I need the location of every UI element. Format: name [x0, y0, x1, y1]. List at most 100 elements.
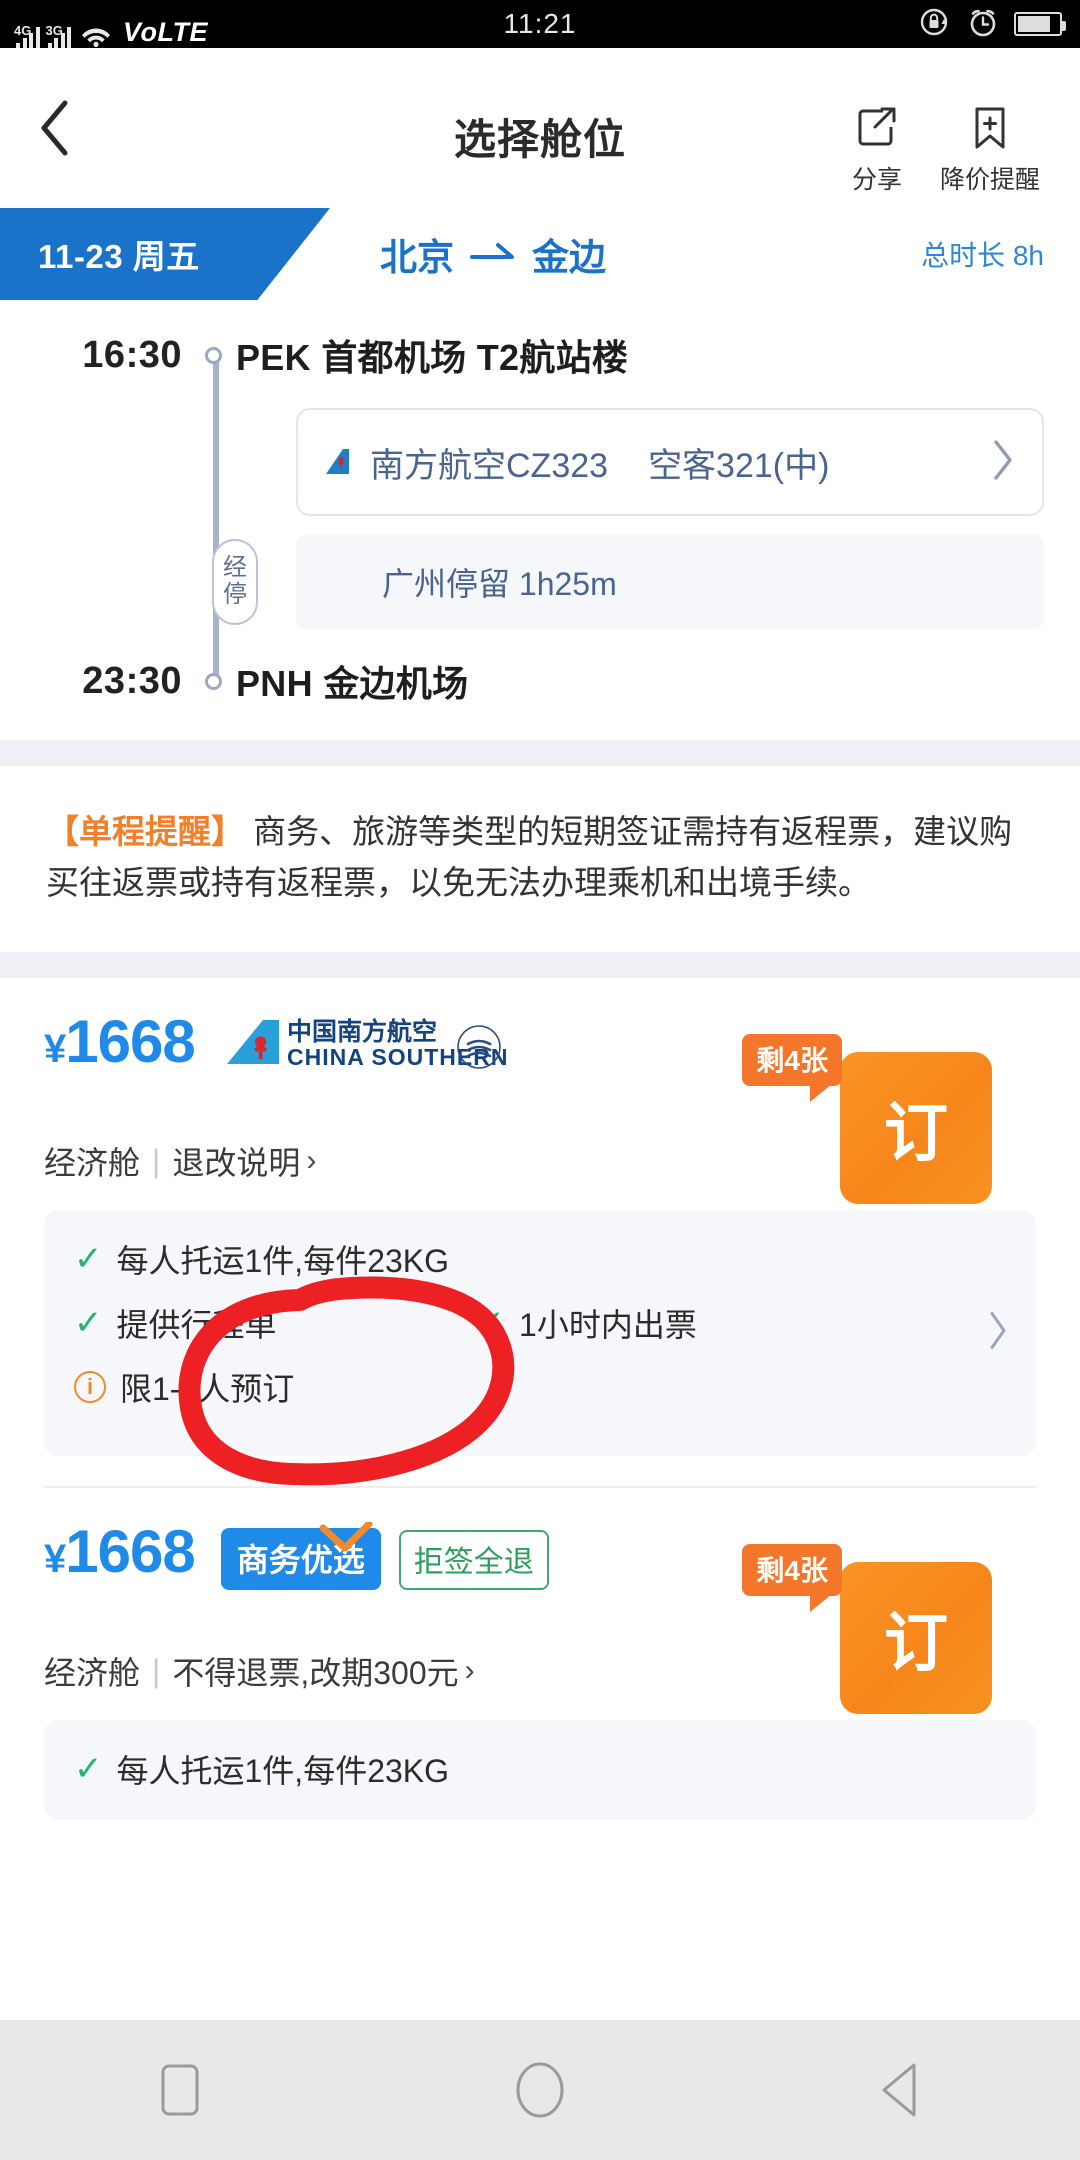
amenity-text: 每人托运1件,每件23KG: [116, 1243, 450, 1280]
fare-price: ¥1668: [44, 1012, 196, 1072]
amenity-item: i 限1-4人预订: [74, 1364, 294, 1410]
amenity-item: ✓ 提供行程单: [74, 1300, 277, 1346]
fare-card[interactable]: ¥1668 商务优选 拒签全退 剩4张 订 经济舱 | 不得退票,改期300元 …: [0, 1488, 1080, 1821]
amenity-row: ✓ 每人托运1件,每件23KG: [74, 1746, 1006, 1792]
timeline-line: [213, 352, 219, 684]
price-amount: 1668: [65, 1518, 195, 1586]
timeline-dot: [204, 672, 222, 690]
departure-dot-wrap: [196, 346, 230, 364]
arrival-time: 23:30: [82, 659, 182, 702]
refund-badge-label: 拒签全退: [413, 1546, 534, 1580]
route-cities: 北京 金边: [380, 208, 606, 300]
price-amount: 1668: [65, 1008, 195, 1076]
order-button-label: 订: [884, 1097, 948, 1170]
stock-badge: 剩4张: [742, 1034, 842, 1103]
check-icon: ✓: [74, 1304, 103, 1343]
amenities-expand-chevron[interactable]: [986, 1310, 1010, 1357]
fare-header: ¥1668 商务优选 拒签全退 剩4张 订: [44, 1522, 1036, 1715]
fare-amenities[interactable]: ✓ 每人托运1件,每件23KG ✓ 提供行程单 ✓ 1小时内出票 i 限1-4人…: [44, 1210, 1036, 1457]
back-button[interactable]: [840, 2060, 960, 2120]
svg-text:中国南方航空: 中国南方航空: [287, 1017, 437, 1046]
refund-policy-link[interactable]: 退改说明: [172, 1138, 300, 1184]
arrival-airport: PNH 金边机场: [236, 663, 469, 704]
amenity-row: ✓ 提供行程单 ✓ 1小时内出票: [74, 1300, 1006, 1346]
fare-amenities[interactable]: ✓ 每人托运1件,每件23KG: [44, 1720, 1036, 1821]
cabin-divider: |: [152, 1142, 161, 1179]
order-button[interactable]: 剩4张 订: [742, 1544, 992, 1715]
departure-airport: PEK 首都机场 T2航站楼: [236, 337, 629, 378]
arrival-dot-wrap: [196, 672, 230, 690]
amenity-item: ✓ 每人托运1件,每件23KG: [74, 1746, 449, 1792]
departure-time: 16:30: [82, 333, 182, 376]
currency-symbol: ¥: [44, 1027, 66, 1072]
section-separator: [0, 952, 1080, 979]
check-icon: ✓: [476, 1304, 506, 1343]
amenity-text: 限1-4人预订: [120, 1371, 295, 1408]
chevron-right-icon: [994, 439, 1012, 480]
section-separator: [0, 740, 1080, 766]
flight-date-label: 11-23 周五: [38, 238, 200, 275]
amenity-row: i 限1-4人预订: [74, 1364, 1006, 1410]
flight-detail-card[interactable]: 南方航空CZ323 空客321(中): [296, 408, 1044, 516]
fare-card[interactable]: ¥1668 中国南方航空 CHINA SOUTHERN 剩4张 订 经济舱 | …: [0, 978, 1080, 1457]
refund-policy-arrow: ›: [464, 1654, 475, 1688]
total-duration-label: 总时长 8h: [921, 240, 1044, 271]
route-origin: 北京: [380, 237, 454, 278]
preferred-badge: 商务优选: [220, 1522, 381, 1591]
fare-header: ¥1668 中国南方航空 CHINA SOUTHERN 剩4张 订: [44, 1012, 1036, 1205]
amenity-text: 提供行程单: [116, 1307, 277, 1344]
cabin-class-label: 经济舱: [44, 1655, 141, 1692]
stopover-text: 广州停留 1h25m: [382, 566, 617, 602]
refund-badge: 拒签全退: [398, 1530, 549, 1591]
stopover-row: 广州停留 1h25m: [296, 534, 1044, 630]
app-header: 选择舱位 分享 降价提醒: [0, 48, 1080, 208]
currency-symbol: ¥: [44, 1537, 66, 1582]
info-icon: i: [74, 1371, 106, 1404]
order-button-label: 订: [884, 1607, 948, 1680]
stopover-tag-char1: 经: [223, 554, 247, 582]
check-icon: ✓: [74, 1750, 103, 1789]
status-bar: 4G 3G VoLTE 11:21: [0, 0, 1080, 48]
amenity-text: 每人托运1件,每件23KG: [116, 1753, 450, 1790]
fare-price: ¥1668: [44, 1522, 196, 1582]
refund-policy-arrow: ›: [306, 1144, 317, 1178]
amenity-text: 1小时内出票: [519, 1307, 697, 1344]
flight-detail-chevron: [990, 438, 1016, 487]
notice-paragraph: 【单程提醒】 商务、旅游等类型的短期签证需持有返程票，建议购买往返票或持有返程票…: [46, 806, 1034, 908]
status-bar-clock: 11:21: [503, 8, 577, 39]
triangle-left-icon: [882, 2063, 916, 2117]
flight-aircraft-type: 空客321(中): [648, 446, 830, 485]
flight-airline-number: 南方航空CZ323: [370, 446, 609, 485]
stopover-wrap: 经 停 广州停留 1h25m: [212, 534, 1044, 630]
arrival-row: 23:30 PNH 金边机场: [0, 650, 1080, 712]
amenity-item: ✓ 1小时内出票: [477, 1300, 697, 1346]
circle-icon: [516, 2062, 564, 2118]
stock-badge: 剩4张: [742, 1544, 842, 1613]
amenity-item: ✓ 每人托运1件,每件23KG: [74, 1236, 449, 1282]
route-destination: 金边: [532, 237, 606, 278]
battery-icon: [1014, 12, 1066, 36]
chevron-right-icon: [990, 1312, 1006, 1350]
home-button[interactable]: [480, 2060, 600, 2120]
page-title: 选择舱位: [453, 116, 626, 163]
stopover-tag: 经 停: [212, 539, 258, 625]
amenity-row: ✓ 每人托运1件,每件23KG: [74, 1236, 1006, 1282]
arrow-right-icon: [470, 243, 514, 259]
itinerary-section: 16:30 PEK 首都机场 T2航站楼 南方航空CZ323 空客321(中) …: [0, 300, 1080, 740]
refund-policy-link[interactable]: 不得退票,改期300元: [172, 1648, 458, 1694]
cabin-divider: |: [152, 1652, 161, 1689]
china-southern-tail-icon: [326, 449, 349, 474]
check-icon: ✓: [74, 1240, 103, 1279]
orange-check-icon: [319, 1522, 373, 1552]
flight-date-chip[interactable]: 11-23 周五: [0, 208, 330, 300]
recents-button[interactable]: [120, 2062, 240, 2118]
airline-logo: 中国南方航空 CHINA SOUTHERN: [219, 1014, 509, 1083]
square-icon: [161, 2064, 199, 2116]
order-button[interactable]: 剩4张 订: [742, 1034, 992, 1205]
cabin-class-label: 经济舱: [44, 1145, 141, 1182]
flight-detail-wrap: 南方航空CZ323 空客321(中) 经 停 广州停留 1h25m: [212, 408, 1044, 630]
route-banner: 11-23 周五 北京 金边 总时长 8h: [0, 208, 1080, 300]
notice-highlight: 【单程提醒】: [46, 813, 244, 850]
one-way-notice: 【单程提醒】 商务、旅游等类型的短期签证需持有返程票，建议购买往返票或持有返程票…: [0, 766, 1080, 953]
timeline-dot: [204, 346, 222, 364]
